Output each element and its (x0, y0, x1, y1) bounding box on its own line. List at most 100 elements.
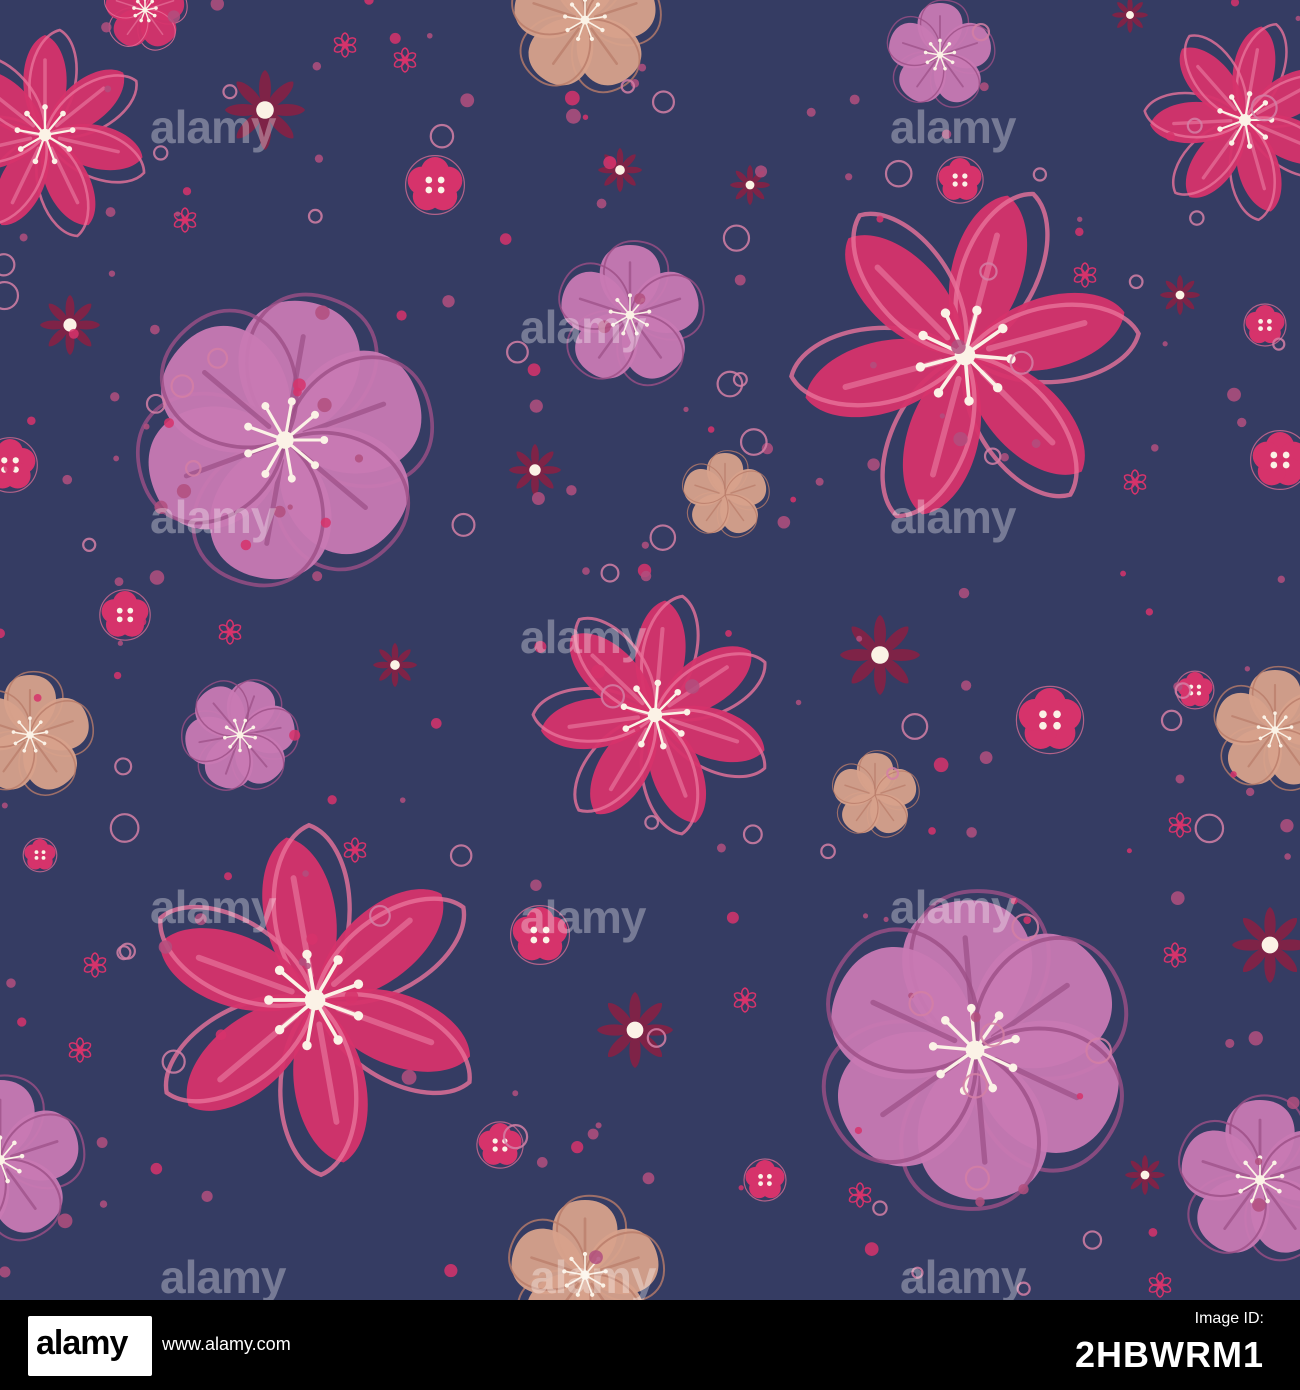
dot (790, 496, 797, 503)
dot (175, 211, 181, 217)
dot (591, 664, 606, 679)
dot (401, 1069, 417, 1085)
dot (966, 827, 977, 838)
dot (1023, 916, 1032, 924)
blossom (99, 589, 151, 641)
dot (6, 978, 16, 988)
dot (1244, 666, 1251, 672)
dot (941, 129, 952, 139)
blossom (22, 837, 58, 873)
dot (460, 93, 475, 108)
dot (536, 1157, 548, 1168)
dot (150, 1162, 163, 1175)
dot (870, 361, 877, 369)
dot (287, 504, 293, 510)
dot (317, 397, 332, 413)
dot (683, 406, 689, 412)
dot (215, 1029, 227, 1041)
dot (566, 485, 577, 496)
blossom (1015, 685, 1085, 755)
dot (597, 320, 611, 334)
dot (928, 827, 936, 835)
star-flower (509, 444, 561, 496)
dot (864, 1242, 879, 1256)
star-flower (1125, 1155, 1165, 1195)
dot (194, 913, 207, 926)
dot (534, 640, 547, 653)
dot (970, 1012, 981, 1023)
dot (738, 1185, 744, 1191)
dot (137, 616, 147, 627)
dot (716, 843, 726, 853)
dot (596, 198, 607, 209)
dot (1076, 1092, 1084, 1100)
dot (113, 455, 120, 462)
dot (1077, 216, 1083, 222)
dot (1237, 417, 1247, 428)
dot (444, 1264, 458, 1278)
dot (862, 913, 869, 919)
dot (399, 797, 406, 803)
dot (114, 577, 124, 587)
dot (320, 517, 331, 528)
dot (951, 339, 966, 355)
dot (389, 32, 401, 44)
dot (57, 1213, 73, 1229)
dot (979, 82, 989, 92)
dot (1162, 341, 1168, 347)
dot (849, 94, 860, 105)
dot (1254, 1157, 1263, 1166)
dot (641, 541, 649, 549)
dot (734, 274, 746, 286)
dot (1018, 1183, 1029, 1195)
dot (1148, 1227, 1158, 1237)
dot (104, 85, 112, 93)
blossom (1175, 670, 1215, 710)
dot (327, 795, 337, 805)
footer-site-url[interactable]: www.alamy.com (162, 1334, 291, 1355)
dot (1000, 452, 1009, 462)
dot (1175, 774, 1185, 784)
dot (1286, 1096, 1300, 1110)
dot (3, 462, 15, 474)
dot (110, 392, 120, 402)
dot (754, 165, 768, 178)
dot (587, 1128, 599, 1140)
dot (240, 539, 252, 551)
dot (845, 173, 853, 181)
blossom (510, 905, 570, 965)
dot (883, 916, 889, 922)
blossom (405, 155, 465, 215)
blossom (476, 1121, 524, 1169)
dot (634, 293, 646, 305)
dot (167, 10, 181, 23)
dot (1245, 787, 1255, 797)
dot (442, 295, 455, 308)
dot (289, 729, 301, 741)
dot (96, 1137, 108, 1148)
star-flower (1160, 275, 1200, 315)
dot (530, 879, 542, 891)
star-flower (40, 295, 100, 355)
dot (953, 431, 968, 447)
dot (150, 324, 160, 335)
dot (589, 1250, 603, 1265)
dot (1277, 575, 1285, 584)
blossom (936, 156, 984, 204)
dot (806, 107, 816, 117)
dot (634, 725, 641, 733)
dot (527, 363, 541, 377)
dot (154, 500, 168, 514)
dot (149, 570, 165, 585)
dot (426, 32, 433, 39)
dot (298, 957, 307, 966)
dot (856, 635, 863, 642)
dot (430, 718, 442, 729)
dot (1075, 227, 1084, 237)
dot (182, 187, 192, 196)
dot (933, 757, 949, 773)
dot (571, 1141, 584, 1154)
dot (685, 679, 700, 694)
dot (1031, 439, 1041, 448)
dot (1120, 570, 1127, 577)
